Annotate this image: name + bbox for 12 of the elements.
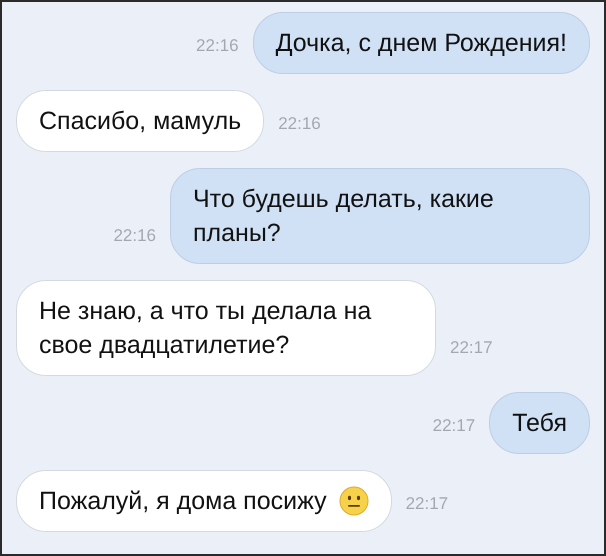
outgoing-message-bubble: Что будешь делать, какие планы?: [170, 168, 590, 264]
message-time: 22:16: [278, 114, 321, 134]
message-time: 22:17: [406, 494, 448, 514]
outgoing-message-bubble: Дочка, с днем Рождения!: [252, 12, 590, 74]
message-time: 22:17: [432, 416, 476, 436]
incoming-message-bubble: Спасибо, мамуль: [16, 90, 264, 152]
outgoing-message-bubble: Тебя: [489, 392, 590, 454]
message-text: Пожалуй, я дома посижу: [39, 486, 327, 517]
message-time: 22:16: [196, 36, 239, 56]
message-time: 22:17: [450, 338, 493, 358]
message-time: 22:16: [113, 226, 156, 246]
incoming-message-bubble: Не знаю, а что ты делала на свое двадцатилетие?: [16, 280, 436, 376]
